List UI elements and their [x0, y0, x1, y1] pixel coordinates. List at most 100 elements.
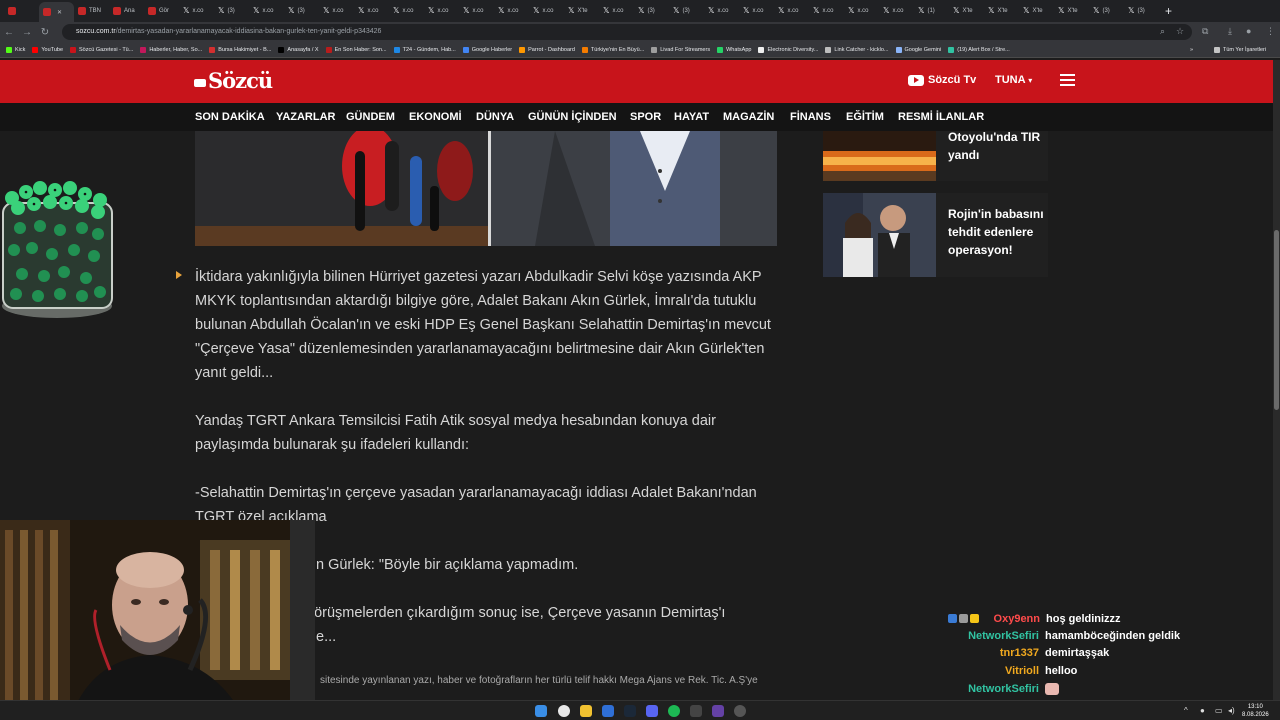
- bookmark-item[interactable]: Electronic Diversity...: [758, 46, 818, 53]
- bookmark-item[interactable]: Livad For Streamers: [651, 46, 710, 53]
- bookmark-item[interactable]: Parrot - Dashboard: [519, 46, 575, 53]
- bookmark-item[interactable]: En Son Haber: Son...: [325, 46, 387, 53]
- forward-icon[interactable]: →: [18, 27, 36, 38]
- browser-tab[interactable]: 𝕏 (3): [669, 2, 704, 20]
- nav-item[interactable]: HAYAT: [674, 111, 709, 123]
- nav-item[interactable]: EĞİTİM: [846, 111, 884, 123]
- bookmark-star-icon[interactable]: ☆: [1176, 26, 1184, 37]
- browser-tab[interactable]: 𝕏x.co: [249, 2, 284, 20]
- bookmark-item[interactable]: YouTube: [32, 46, 63, 53]
- browser-tab[interactable]: 𝕏 X'te: [564, 2, 599, 20]
- reload-icon[interactable]: ↻: [36, 27, 54, 38]
- start-icon[interactable]: [535, 705, 547, 717]
- browser-tab[interactable]: 𝕏 X'te: [1054, 2, 1089, 20]
- browser-tab[interactable]: TBN: [74, 2, 109, 20]
- discord-icon[interactable]: [646, 705, 658, 717]
- bookmark-item[interactable]: Anasayfa / X: [278, 46, 319, 53]
- steam-icon[interactable]: [624, 705, 636, 717]
- chrome-icon[interactable]: [558, 705, 570, 717]
- mic-icon[interactable]: ●: [1200, 706, 1205, 715]
- downloads-icon[interactable]: ⤓: [1228, 26, 1232, 37]
- browser-tab[interactable]: 𝕏x.co: [879, 2, 914, 20]
- browser-tab[interactable]: 𝕏 X'te: [1019, 2, 1054, 20]
- url-field[interactable]: sozcu.com.tr/demirtas-yasadan-yararlanam…: [62, 24, 1192, 40]
- nav-item[interactable]: SPOR: [630, 111, 661, 123]
- back-icon[interactable]: ←: [0, 27, 18, 38]
- bookmark-item[interactable]: Türkiye'nin En Büyü...: [581, 46, 644, 53]
- browser-tab[interactable]: 𝕏x.co: [179, 2, 214, 20]
- all-bookmarks-folder[interactable]: Tüm Yer İşaretleri: [1214, 46, 1266, 53]
- browser-tab[interactable]: [4, 2, 39, 20]
- user-menu[interactable]: TUNA ▾: [995, 74, 1032, 86]
- bookmark-item[interactable]: WhatsApp: [717, 46, 751, 53]
- browser-tab[interactable]: 𝕏 X'te: [984, 2, 1019, 20]
- browser-tab[interactable]: 𝕏x.co: [739, 2, 774, 20]
- bookmark-item[interactable]: Google Gemini: [895, 46, 941, 53]
- network-icon[interactable]: ▭: [1215, 706, 1223, 715]
- browser-tab[interactable]: 𝕏x.co: [354, 2, 389, 20]
- bookmark-item[interactable]: Kick: [6, 46, 25, 53]
- browser-tab[interactable]: ✕: [39, 2, 74, 22]
- zoom-icon[interactable]: ⌕: [1160, 26, 1165, 37]
- profile-icon[interactable]: ●: [1246, 26, 1251, 36]
- chat-username[interactable]: NetworkSefiri: [951, 630, 1039, 642]
- browser-tab[interactable]: 𝕏 (1): [914, 2, 949, 20]
- browser-tab[interactable]: 𝕏x.co: [774, 2, 809, 20]
- file-explorer-icon[interactable]: [580, 705, 592, 717]
- menu-kebab-icon[interactable]: ⋮: [1266, 26, 1275, 37]
- browser-tab[interactable]: 𝕏 (3): [634, 2, 669, 20]
- news-card-title[interactable]: Rojin'in babasını tehdit edenlere operas…: [948, 205, 1048, 259]
- scrollbar-thumb[interactable]: [1274, 230, 1279, 410]
- site-logo[interactable]: Sözcü: [194, 68, 273, 93]
- sidebar-news-card[interactable]: Otoyolu'nda TIR yandı: [823, 130, 1048, 181]
- browser-tab[interactable]: 𝕏x.co: [809, 2, 844, 20]
- browser-tab[interactable]: 𝕏 (3): [214, 2, 249, 20]
- nav-item[interactable]: GÜNÜN İÇİNDEN: [528, 111, 617, 123]
- browser-tab[interactable]: 𝕏 (3): [1124, 2, 1159, 20]
- browser-tab[interactable]: Ana: [109, 2, 144, 20]
- spotify-icon[interactable]: [668, 705, 680, 717]
- browser-tab[interactable]: Gör: [144, 2, 179, 20]
- bookmark-item[interactable]: T24 - Gündem, Hab...: [393, 46, 456, 53]
- sidebar-news-card[interactable]: Rojin'in babasını tehdit edenlere operas…: [823, 193, 1048, 277]
- browser-tab[interactable]: 𝕏x.co: [459, 2, 494, 20]
- bookmark-item[interactable]: Google Haberler: [462, 46, 512, 53]
- nav-item[interactable]: MAGAZİN: [723, 111, 774, 123]
- obs-icon[interactable]: [734, 705, 746, 717]
- tab-close-icon[interactable]: ✕: [57, 9, 62, 16]
- nav-item[interactable]: SON DAKİKA: [195, 111, 265, 123]
- taskbar-clock[interactable]: 13:10 8.08.2026: [1242, 703, 1269, 719]
- browser-tab[interactable]: 𝕏x.co: [424, 2, 459, 20]
- browser-tab[interactable]: 𝕏 (3): [1089, 2, 1124, 20]
- new-tab-icon[interactable]: +: [1165, 4, 1172, 18]
- epic-games-icon[interactable]: [690, 705, 702, 717]
- nav-item[interactable]: YAZARLAR: [276, 111, 336, 123]
- browser-tab[interactable]: 𝕏x.co: [844, 2, 879, 20]
- nav-item[interactable]: FİNANS: [790, 111, 831, 123]
- chat-username[interactable]: Vitrioll: [951, 665, 1039, 677]
- nav-item[interactable]: EKONOMİ: [409, 111, 462, 123]
- edge-icon[interactable]: [602, 705, 614, 717]
- bookmarks-overflow-icon[interactable]: »: [1190, 47, 1193, 53]
- nav-item[interactable]: DÜNYA: [476, 111, 514, 123]
- browser-tab[interactable]: 𝕏x.co: [704, 2, 739, 20]
- bookmark-item[interactable]: (19) Alert Box / Stre...: [948, 46, 1010, 53]
- extensions-icon[interactable]: ⧉: [1202, 26, 1208, 37]
- browser-tab[interactable]: 𝕏x.co: [599, 2, 634, 20]
- bookmark-item[interactable]: Sözcü Gazetesi - Tü...: [70, 46, 133, 53]
- bookmark-item[interactable]: Bursa Hakimiyet - B...: [209, 46, 271, 53]
- chat-username[interactable]: Oxy9enn: [982, 613, 1040, 625]
- twitch-icon[interactable]: [712, 705, 724, 717]
- browser-tab[interactable]: 𝕏x.co: [494, 2, 529, 20]
- browser-tab[interactable]: 𝕏 (3): [284, 2, 319, 20]
- nav-item[interactable]: GÜNDEM: [346, 111, 395, 123]
- volume-icon[interactable]: ◂): [1228, 706, 1235, 715]
- bookmark-item[interactable]: Link Catcher - kicklo...: [825, 46, 889, 53]
- chat-username[interactable]: tnr1337: [951, 647, 1039, 659]
- sozcu-tv-link[interactable]: Sözcü Tv: [908, 74, 976, 86]
- bookmark-item[interactable]: Haberler, Haber, So...: [140, 46, 202, 53]
- browser-tab[interactable]: 𝕏x.co: [389, 2, 424, 20]
- browser-tab[interactable]: 𝕏 X'te: [949, 2, 984, 20]
- nav-item[interactable]: RESMİ İLANLAR: [898, 111, 984, 123]
- browser-tab[interactable]: 𝕏x.co: [319, 2, 354, 20]
